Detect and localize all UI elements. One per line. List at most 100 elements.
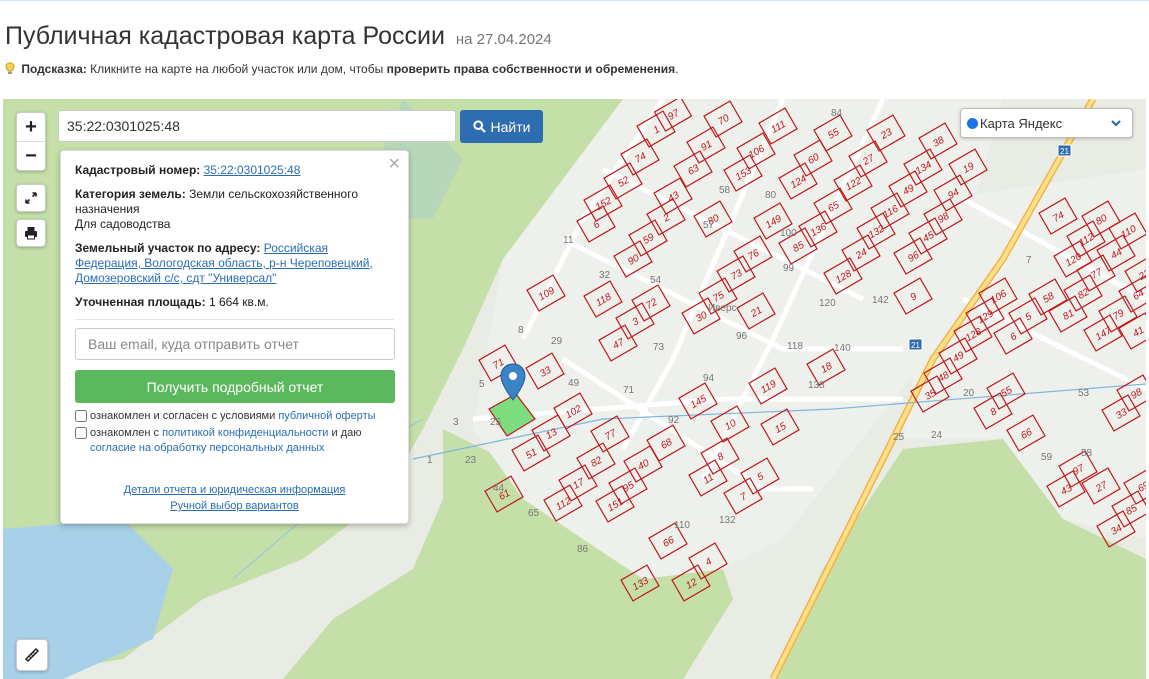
house-number-label: 3 [453,417,459,428]
house-number-label: 132 [719,515,736,526]
zoom-in-button[interactable]: + [17,113,45,141]
privacy-mid-text: и даю [331,427,362,439]
top-divider [0,0,1149,1]
area-row: Уточненная площадь: 1 664 кв.м. [75,295,394,310]
cadastral-number-link[interactable]: 35:22:0301025:48 [204,163,301,177]
house-number-label: 120 [819,298,836,309]
page-title: Публичная кадастровая карта России на 27… [5,22,552,51]
map-type-radio[interactable] [967,117,978,129]
fullscreen-button[interactable] [16,184,46,212]
house-number-label: 58 [1081,448,1093,459]
road-badge-top: 21 [1057,144,1072,157]
house-number-label: 7 [1026,255,1032,266]
road-badge-mid: 21 [908,338,923,351]
house-number-label: 54 [650,275,662,286]
house-number-label: 29 [551,336,563,347]
land-use-value: Для садоводства [75,217,171,231]
house-number-label: 96 [736,331,748,342]
house-number-label: Иверс [708,303,737,314]
offer-checkbox-input[interactable] [75,410,87,422]
get-report-button[interactable]: Получить подробный отчет [75,370,395,403]
address-row: Земельный участок по адресу: Российская … [75,241,394,286]
house-number-label: 100 [780,228,797,239]
offer-agreement-checkbox[interactable]: ознакомлен и согласен с условиями публич… [75,409,394,424]
find-button[interactable]: Найти [460,110,543,143]
map-type-select[interactable]: Карта Яндекс [960,108,1133,138]
cadastral-search-input[interactable] [58,110,456,142]
house-number-label: 5 [479,379,485,390]
house-number-label: 59 [1041,452,1053,463]
house-number-label: 84 [831,108,843,119]
print-icon [25,227,37,240]
hint-line: Подсказка: Кликните на карте на любой уч… [5,62,679,76]
house-number-label: 138 [808,380,825,391]
personal-data-consent-link[interactable]: согласие на обработку персональных данны… [90,442,324,454]
house-number-label: 53 [1078,388,1090,399]
search-icon [472,120,486,133]
house-number-label: 32 [599,270,611,281]
privacy-agreement-checkbox[interactable]: ознакомлен с политикой конфиденциальност… [75,426,394,456]
house-number-label: 24 [931,430,943,441]
svg-text:21: 21 [1060,147,1069,156]
house-number-label: 57 [703,220,715,231]
privacy-checkbox-input[interactable] [75,427,87,439]
print-button[interactable] [16,219,46,247]
ruler-icon [24,647,40,663]
cadastral-number-row: Кадастровый номер: 35:22:0301025:48 [75,163,394,178]
close-icon[interactable]: × [388,153,400,176]
cadastral-number-label: Кадастровый номер: [75,163,201,177]
page-title-text: Публичная кадастровая карта России [5,22,445,50]
fullscreen-icon [25,192,37,204]
address-label: Земельный участок по адресу: [75,241,261,255]
land-category-row: Категория земель: Земли сельскохозяйстве… [75,187,394,232]
page-date: на 27.04.2024 [455,31,552,48]
house-number-label: 44 [493,483,505,494]
house-number-label: 8 [518,325,524,336]
house-number-label: 73 [653,342,665,353]
land-category-label: Категория земель: [75,187,186,201]
hint-bold-text: проверить права собственности и обремене… [386,62,676,76]
map-type-label: Карта Яндекс [980,115,1063,131]
privacy-policy-link[interactable]: политикой конфиденциальности [162,427,328,439]
find-button-label: Найти [490,118,531,135]
email-field[interactable] [75,328,395,360]
popup-divider [75,319,394,320]
house-number-label: 140 [834,343,851,354]
privacy-text: ознакомлен с [90,427,160,439]
house-number-label: 110 [674,520,690,531]
report-details-link[interactable]: Детали отчета и юридическая информация [124,484,346,496]
popup-links: Детали отчета и юридическая информация Р… [75,482,394,514]
chevron-down-icon [1111,120,1121,127]
house-number-label: 86 [577,544,589,555]
house-number-label: 99 [783,263,795,274]
manual-selection-link[interactable]: Ручной выбор вариантов [170,500,298,512]
parcel-info-popup: × Кадастровый номер: 35:22:0301025:48 Ка… [60,150,409,524]
house-number-label: 58 [719,185,731,196]
house-number-label: 1 [427,455,433,466]
hint-bulb-icon [5,62,15,74]
hint-label: Подсказка: [21,62,87,76]
offer-link[interactable]: публичной оферты [278,410,375,422]
svg-text:21: 21 [911,341,920,350]
house-number-label: 25 [490,417,502,428]
hint-end: . [675,62,679,76]
cadastral-map[interactable]: 97 1 70 111 55 23 38 74 91 106 60 27 134 19 52 63 153 124… [3,99,1146,679]
house-number-label: 49 [568,378,580,389]
zoom-out-button[interactable]: − [17,141,45,170]
house-number-label: 23 [465,455,477,466]
hint-text: Кликните на карте на любой участок или д… [90,62,384,76]
house-number-label: 25 [893,432,905,443]
house-number-label: 92 [668,415,680,426]
house-number-label: 118 [787,341,803,352]
house-number-label: 11 [563,235,574,246]
ruler-button[interactable] [16,639,48,671]
house-number-label: 94 [703,373,715,384]
zoom-control: + − [16,112,46,171]
house-number-label: 80 [765,190,777,201]
house-number-label: 20 [963,388,975,399]
offer-text: ознакомлен и согласен с условиями [90,410,276,422]
house-number-label: 65 [528,508,540,519]
house-number-label: 142 [872,295,889,306]
area-label: Уточненная площадь: [75,295,206,309]
house-number-label: 71 [623,385,635,396]
